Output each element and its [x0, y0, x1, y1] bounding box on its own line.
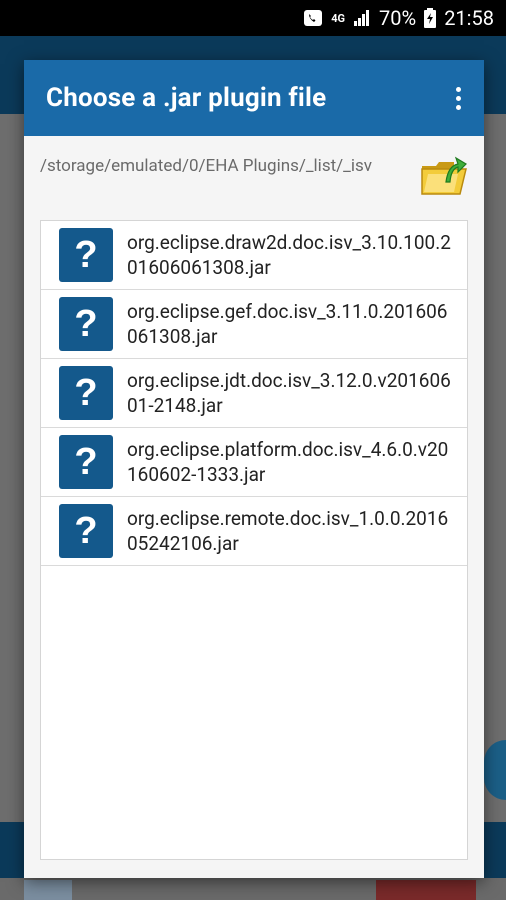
- file-name: org.eclipse.remote.doc.isv_1.0.0.2016052…: [127, 507, 449, 555]
- current-path: /storage/emulated/0/EHA Plugins/_list/_i…: [40, 156, 372, 176]
- list-item[interactable]: ? org.eclipse.jdt.doc.isv_3.12.0.v201606…: [41, 359, 467, 428]
- ad-banner: [0, 878, 506, 900]
- file-name: org.eclipse.jdt.doc.isv_3.12.0.v20160601…: [127, 369, 451, 417]
- list-item[interactable]: ? org.eclipse.draw2d.doc.isv_3.10.100.20…: [41, 221, 467, 290]
- notification-icon: [303, 8, 323, 28]
- status-bar: 4G 70% 21:58: [0, 0, 506, 36]
- background-fab: [484, 740, 506, 800]
- file-name: org.eclipse.draw2d.doc.isv_3.10.100.2016…: [127, 231, 451, 279]
- path-row: /storage/emulated/0/EHA Plugins/_list/_i…: [24, 136, 484, 220]
- unknown-file-icon: ?: [59, 297, 113, 351]
- list-item[interactable]: ? org.eclipse.gef.doc.isv_3.11.0.2016060…: [41, 290, 467, 359]
- unknown-file-icon: ?: [59, 435, 113, 489]
- folder-up-icon[interactable]: [420, 152, 468, 198]
- unknown-file-icon: ?: [59, 504, 113, 558]
- battery-icon: [424, 8, 437, 28]
- ad-logo: [24, 880, 72, 900]
- dialog-header: Choose a .jar plugin file: [24, 60, 484, 136]
- file-chooser-dialog: Choose a .jar plugin file /storage/emula…: [24, 60, 484, 878]
- signal-icon: [353, 9, 371, 27]
- list-item[interactable]: ? org.eclipse.platform.doc.isv_4.6.0.v20…: [41, 428, 467, 497]
- list-item[interactable]: ? org.eclipse.remote.doc.isv_1.0.0.20160…: [41, 497, 467, 566]
- file-list: ? org.eclipse.draw2d.doc.isv_3.10.100.20…: [40, 220, 468, 860]
- unknown-file-icon: ?: [59, 228, 113, 282]
- overflow-menu-icon[interactable]: [446, 78, 470, 118]
- clock: 21:58: [444, 6, 494, 30]
- network-type-label: 4G: [331, 11, 346, 25]
- unknown-file-icon: ?: [59, 366, 113, 420]
- battery-percent: 70%: [379, 6, 417, 30]
- ad-label: [376, 880, 476, 900]
- dialog-title: Choose a .jar plugin file: [46, 83, 327, 113]
- file-name: org.eclipse.gef.doc.isv_3.11.0.201606061…: [127, 300, 448, 348]
- file-name: org.eclipse.platform.doc.isv_4.6.0.v2016…: [127, 438, 449, 486]
